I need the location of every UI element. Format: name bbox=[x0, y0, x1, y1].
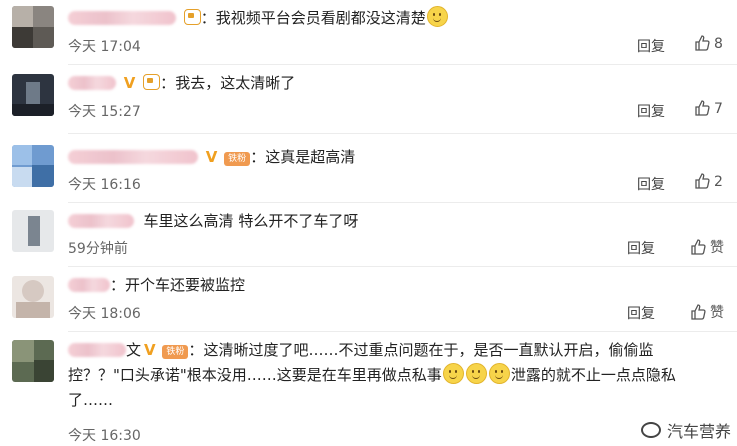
verified-v-icon: V bbox=[144, 341, 156, 359]
avatar[interactable] bbox=[12, 74, 54, 116]
smile-emoji-icon bbox=[426, 6, 448, 27]
smile-emoji-icon bbox=[442, 363, 464, 384]
username-blurred[interactable] bbox=[68, 76, 116, 90]
username-blurred[interactable] bbox=[68, 150, 198, 164]
comment-text-block: 文V 铁粉 ：这清晰过度了吧……不过重点问题在于，是否一直默认开启，偷偷监 控？？… bbox=[68, 341, 676, 409]
smile-emoji-icon bbox=[488, 363, 510, 384]
comment-text: 我视频平台会员看剧都没这清楚 bbox=[215, 9, 426, 27]
fan-badge-icon bbox=[143, 74, 161, 90]
username-suffix: 文 bbox=[126, 341, 142, 359]
thumbs-up-icon bbox=[691, 239, 706, 255]
comment-time: 59分钟前 bbox=[68, 241, 128, 257]
username-blurred[interactable] bbox=[68, 11, 176, 25]
like-count: 2 bbox=[714, 174, 723, 190]
fan-level-badge: 铁粉 bbox=[224, 152, 251, 166]
comment-text-line3: 泄露的就不止一点点隐私 bbox=[510, 366, 676, 384]
avatar[interactable] bbox=[12, 340, 54, 382]
avatar[interactable] bbox=[12, 6, 54, 48]
fan-badge-icon bbox=[183, 9, 201, 25]
comment-line: 车里这么高清 特么开不了车了呀 bbox=[68, 210, 358, 232]
comment-text: 开个车还要被监控 bbox=[125, 276, 246, 294]
watermark-text: 汽车营养 bbox=[666, 422, 731, 441]
thumbs-up-icon bbox=[691, 304, 706, 320]
comment-line: V 铁粉 ：这真是超高清 bbox=[68, 146, 355, 168]
username-blurred[interactable] bbox=[68, 343, 126, 357]
smile-emoji-icon bbox=[465, 363, 487, 384]
like-count: 7 bbox=[714, 101, 723, 117]
comment-text: 我去，这太清晰了 bbox=[175, 74, 296, 92]
reply-button[interactable]: 回复 bbox=[627, 238, 655, 258]
comment-time: 今天 16:16 bbox=[68, 177, 141, 193]
comment-time: 今天 16:30 bbox=[68, 428, 141, 444]
like-label: 赞 bbox=[710, 240, 724, 256]
like-button[interactable]: 赞 bbox=[690, 302, 724, 322]
thumbs-up-icon bbox=[695, 173, 710, 189]
thumbs-up-icon bbox=[695, 100, 710, 116]
divider bbox=[68, 64, 737, 65]
avatar[interactable] bbox=[12, 210, 54, 252]
username-blurred[interactable] bbox=[68, 214, 134, 228]
comment-text: 车里这么高清 特么开不了车了呀 bbox=[143, 212, 359, 230]
divider bbox=[68, 133, 737, 134]
comment-line: ：开个车还要被监控 bbox=[68, 274, 245, 296]
comment-time: 今天 17:04 bbox=[68, 39, 141, 55]
comment-text-line1: 这清晰过度了吧……不过重点问题在于，是否一直默认开启，偷偷监 bbox=[203, 341, 654, 359]
comment-text-line2: 控？？"口头承诺"根本没用……这要是在车里再做点私事 bbox=[68, 366, 442, 384]
like-button[interactable]: 2 bbox=[694, 173, 723, 190]
reply-button[interactable]: 回复 bbox=[637, 174, 665, 194]
like-count: 8 bbox=[714, 36, 723, 52]
verified-v-icon: V bbox=[123, 74, 136, 92]
divider bbox=[68, 266, 737, 267]
divider bbox=[68, 202, 737, 203]
verified-v-icon: V bbox=[205, 148, 218, 166]
comment-line: ：我视频平台会员看剧都没这清楚 bbox=[68, 6, 449, 29]
divider bbox=[68, 331, 737, 332]
like-button[interactable]: 7 bbox=[694, 100, 723, 117]
wechat-logo-icon bbox=[640, 422, 661, 438]
reply-button[interactable]: 回复 bbox=[637, 36, 665, 56]
like-button[interactable]: 8 bbox=[694, 35, 723, 52]
comment-line: V ：我去，这太清晰了 bbox=[68, 72, 295, 94]
comment-text-line4: 了…… bbox=[68, 391, 114, 409]
like-label: 赞 bbox=[710, 305, 724, 321]
avatar[interactable] bbox=[12, 145, 54, 187]
reply-button[interactable]: 回复 bbox=[627, 303, 655, 323]
fan-level-badge: 铁粉 bbox=[162, 345, 189, 359]
username-blurred[interactable] bbox=[68, 278, 110, 292]
watermark: 汽车营养 bbox=[640, 418, 731, 442]
thumbs-up-icon bbox=[695, 35, 710, 51]
comment-text: 这真是超高清 bbox=[265, 148, 356, 166]
reply-button[interactable]: 回复 bbox=[637, 101, 665, 121]
avatar[interactable] bbox=[12, 276, 54, 318]
comment-time: 今天 18:06 bbox=[68, 306, 141, 322]
comment-time: 今天 15:27 bbox=[68, 104, 141, 120]
like-button[interactable]: 赞 bbox=[690, 237, 724, 257]
